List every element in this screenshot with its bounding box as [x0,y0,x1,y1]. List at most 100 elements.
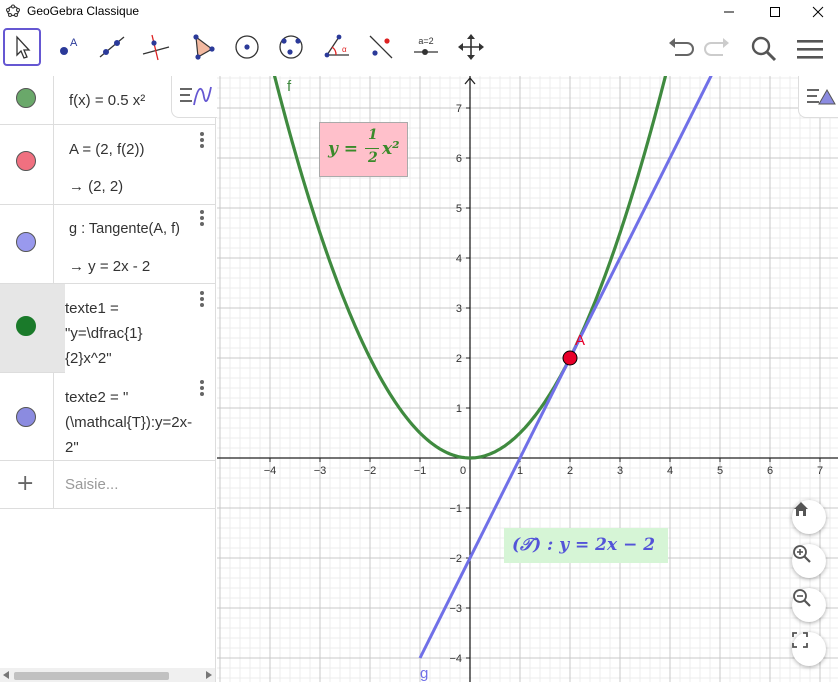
scrollbar-thumb[interactable] [14,672,169,680]
cursor-arrow-icon [16,35,31,59]
text1-rhs: x² [382,139,400,159]
text1-lhs: y = [328,139,359,159]
scroll-left-icon[interactable] [3,671,9,679]
y-tick-label: 2 [456,353,462,365]
reflect-about-line-icon [369,35,393,59]
slider-tool-button[interactable]: a=2 [407,28,445,66]
move-tool-button[interactable] [3,28,41,66]
maximize-button[interactable] [752,0,798,23]
visibility-toggle-dot[interactable] [16,232,36,252]
algebra-definition-cont: {2}x^2" [65,350,112,367]
perpendicular-line-icon [142,34,170,61]
x-tick-label: 5 [717,465,723,477]
close-button[interactable] [798,0,838,23]
search-button[interactable] [746,31,782,67]
point-label-A: A [575,332,585,349]
style-bar-icon [807,88,836,105]
y-tick-label: −1 [449,503,462,515]
text-object-icon[interactable] [16,407,36,427]
algebra-definition[interactable]: g : Tangente(A, f) [69,221,180,237]
algebra-view: f(x) = 0.5 x² A = (2, f(2)) → (2, 2) g :… [0,76,216,682]
algebra-definition[interactable]: texte2 = " [65,389,128,406]
y-tick-label: −2 [449,553,462,565]
algebra-graph-toggle-icon [180,86,212,106]
hamburger-menu-icon [797,40,823,59]
more-options-icon[interactable] [200,210,204,226]
move-graphics-tool-button[interactable] [452,28,490,66]
add-icon[interactable]: + [16,471,34,496]
x-tick-label: 2 [567,465,573,477]
point-A [562,350,578,366]
circle-center-icon [235,35,259,59]
search-icon [751,36,777,62]
text-object-icon[interactable] [16,316,36,336]
toolbar: A α a=2 [0,23,838,76]
x-tick-label: 3 [617,465,623,477]
redo-icon [704,38,729,56]
y-tick-label: 5 [456,203,462,215]
x-tick-label: 0 [460,465,466,477]
fullscreen-button[interactable] [792,632,826,666]
visibility-toggle-dot[interactable] [16,151,36,171]
text1-denominator: 2 [368,150,378,166]
y-tick-label: 7 [456,103,462,115]
algebra-definition[interactable]: A = (2, f(2)) [69,141,144,158]
y-tick-label: 6 [456,153,462,165]
y-tick-label: 1 [456,403,462,415]
algebra-row-texte1[interactable]: texte1 = "y=\dfrac{1} {2}x^2" [0,284,215,373]
svg-text:α: α [342,45,347,54]
angle-tool-button[interactable]: α [318,28,356,66]
algebra-row-A[interactable]: A = (2, f(2)) → (2, 2) [0,125,215,205]
text1-label[interactable]: y = 1 2 x² [319,122,408,177]
home-icon [794,502,808,516]
visibility-toggle-dot[interactable] [16,88,36,108]
minimize-button[interactable] [706,0,752,23]
algebra-view-style-toggle[interactable] [171,76,217,118]
graphics-view[interactable]: −4 −3 −2 −1 0 1 2 3 4 5 6 7 −4 −3 −2 −1 1 2 3 4 5 6 7 f g A y = 1… [217,76,838,682]
text1-numerator: 1 [368,127,378,143]
maximize-icon [770,6,780,17]
circle-three-points-tool-button[interactable] [272,28,310,66]
geogebra-logo-icon [6,4,20,17]
undo-button[interactable] [662,31,698,67]
more-options-icon[interactable] [200,132,204,148]
polygon-tool-button[interactable] [183,28,221,66]
point-tool-button[interactable]: A [49,28,87,66]
graphics-style-bar-toggle[interactable] [798,76,838,118]
circle-three-points-icon [279,35,303,59]
zoom-out-button[interactable] [792,588,826,622]
horizontal-scrollbar[interactable] [0,668,215,682]
algebra-definition[interactable]: f(x) = 0.5 x² [69,92,145,109]
circle-center-tool-button[interactable] [228,28,266,66]
more-options-icon[interactable] [200,291,204,307]
x-tick-label: −2 [364,465,377,477]
redo-button[interactable] [700,31,736,67]
x-tick-label: 7 [817,465,823,477]
line-tool-button[interactable] [93,28,131,66]
graph-canvas[interactable]: −4 −3 −2 −1 0 1 2 3 4 5 6 7 −4 −3 −2 −1 1 2 3 4 5 6 7 f g A [217,76,838,682]
algebra-input-field[interactable]: Saisie... [65,476,118,493]
algebra-row-g[interactable]: g : Tangente(A, f) → y = 2x - 2 [0,205,215,284]
point-icon: A [60,37,78,55]
algebra-definition[interactable]: texte1 = [65,300,119,317]
scroll-right-icon[interactable] [206,671,212,679]
slider-tool-label: a=2 [418,36,433,46]
algebra-output: → y = 2x - 2 [69,258,151,275]
y-tick-label: 3 [456,303,462,315]
zoom-in-icon [793,545,811,563]
more-options-icon[interactable] [200,380,204,396]
main-menu-button[interactable] [792,31,828,67]
line-icon [99,36,125,58]
window-title: GeoGebra Classique [27,4,140,18]
x-tick-label: −4 [264,465,277,477]
home-button[interactable] [792,500,826,534]
y-tick-label: 4 [456,253,462,265]
algebra-row-texte2[interactable]: texte2 = " (\mathcal{T}):y=2x- 2" [0,373,215,461]
minimize-icon [724,11,734,12]
text2-label[interactable]: (𝒯) : y = 2x − 2 [504,528,668,563]
perpendicular-tool-button[interactable] [137,28,175,66]
algebra-input-row[interactable]: + Saisie... [0,461,215,509]
fraction-bar [365,148,379,149]
reflect-tool-button[interactable] [362,28,400,66]
zoom-in-button[interactable] [792,544,826,578]
